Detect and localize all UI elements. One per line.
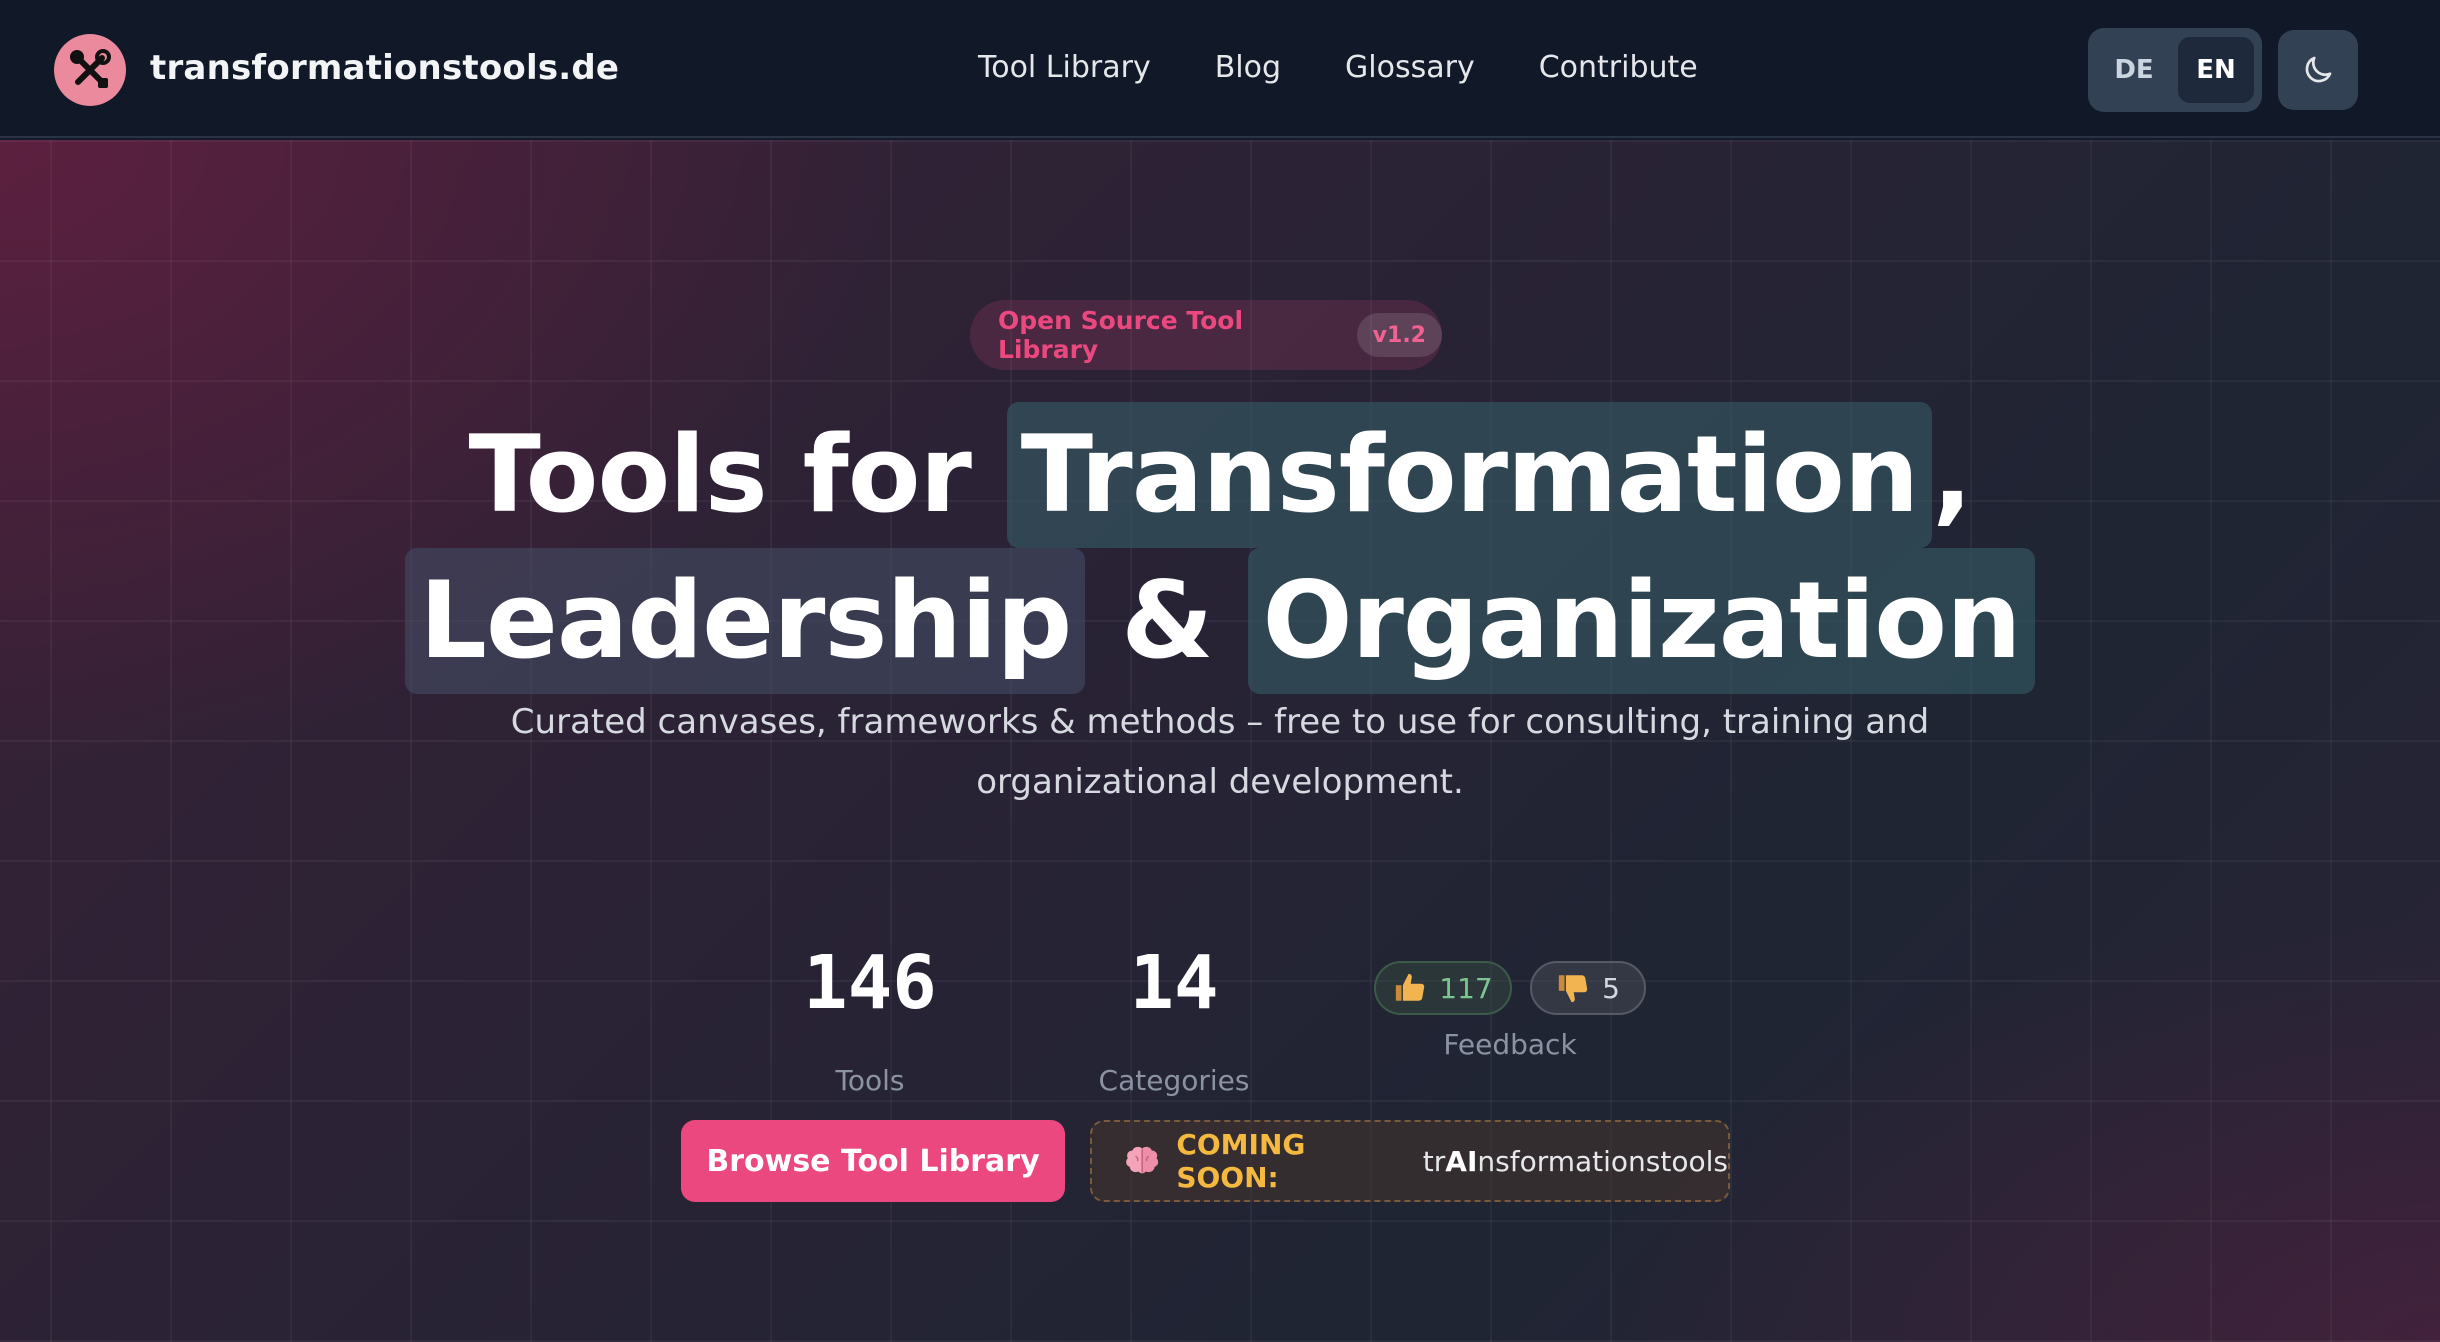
logo[interactable] [54,34,126,106]
thumbs-up-icon [1396,973,1425,1001]
name-suffix: nsformationstools [1477,1144,1728,1178]
version-badge: v1.2 [1356,313,1442,357]
tools-icon [70,49,111,88]
brain-icon [1126,1146,1159,1174]
browse-tool-library-button[interactable]: Browse Tool Library [681,1120,1065,1202]
badge-label: Open Source Tool Library [998,306,1244,364]
nav-glossary[interactable]: Glossary [1345,50,1475,85]
site-header: transformationstools.de Tool Library Blo… [0,0,2440,138]
title-highlight-leadership: Leadership [405,548,1086,694]
theme-toggle-button[interactable] [2278,30,2358,110]
language-switch: DE EN [2088,28,2262,112]
hero-title: Tools for Transformation, Leadership & O… [0,402,2440,694]
title-highlight-transformation: Transformation [1006,402,1933,548]
thumbs-down-icon [1558,975,1588,1003]
feedback-label: Feedback [1443,1028,1577,1061]
stat-tools-label: Tools [835,1064,905,1097]
title-prefix: Tools for [468,413,1007,536]
brand-name[interactable]: transformationstools.de [150,48,619,88]
main-nav: Tool Library Blog Glossary Contribute [978,50,1762,85]
nav-blog[interactable]: Blog [1215,50,1281,85]
stat-tools-value: 146 [803,940,937,1026]
lang-de-button[interactable]: DE [2096,37,2172,103]
name-prefix: tr [1422,1144,1446,1178]
stat-categories-label: Categories [1098,1064,1250,1097]
thumbs-up-count: 117 [1439,971,1493,1005]
title-ampersand: & [1085,559,1249,682]
name-ai: AI [1445,1144,1478,1178]
title-highlight-organization: Organization [1248,548,2035,694]
coming-soon-label: COMING SOON: [1176,1128,1306,1194]
lang-en-button[interactable]: EN [2178,37,2254,103]
title-comma: , [1932,413,1972,536]
hero-subtitle: Curated canvases, frameworks & methods –… [510,702,1930,802]
hero-section: Open Source Tool Library v1.2 Tools for … [0,140,2440,1342]
coming-soon-name: trAInsformationstools [1423,1145,1728,1178]
coming-soon-banner[interactable]: COMING SOON: trAInsformationstools [1090,1120,1730,1202]
thumbs-down-button[interactable]: 5 [1530,961,1646,1015]
nav-tool-library[interactable]: Tool Library [978,50,1151,85]
moon-icon [2305,56,2332,83]
open-source-badge: Open Source Tool Library v1.2 [970,300,1442,370]
thumbs-up-button[interactable]: 117 [1374,961,1512,1015]
nav-contribute[interactable]: Contribute [1539,50,1698,85]
stat-categories-value: 14 [1129,940,1219,1026]
thumbs-down-count: 5 [1602,971,1620,1005]
